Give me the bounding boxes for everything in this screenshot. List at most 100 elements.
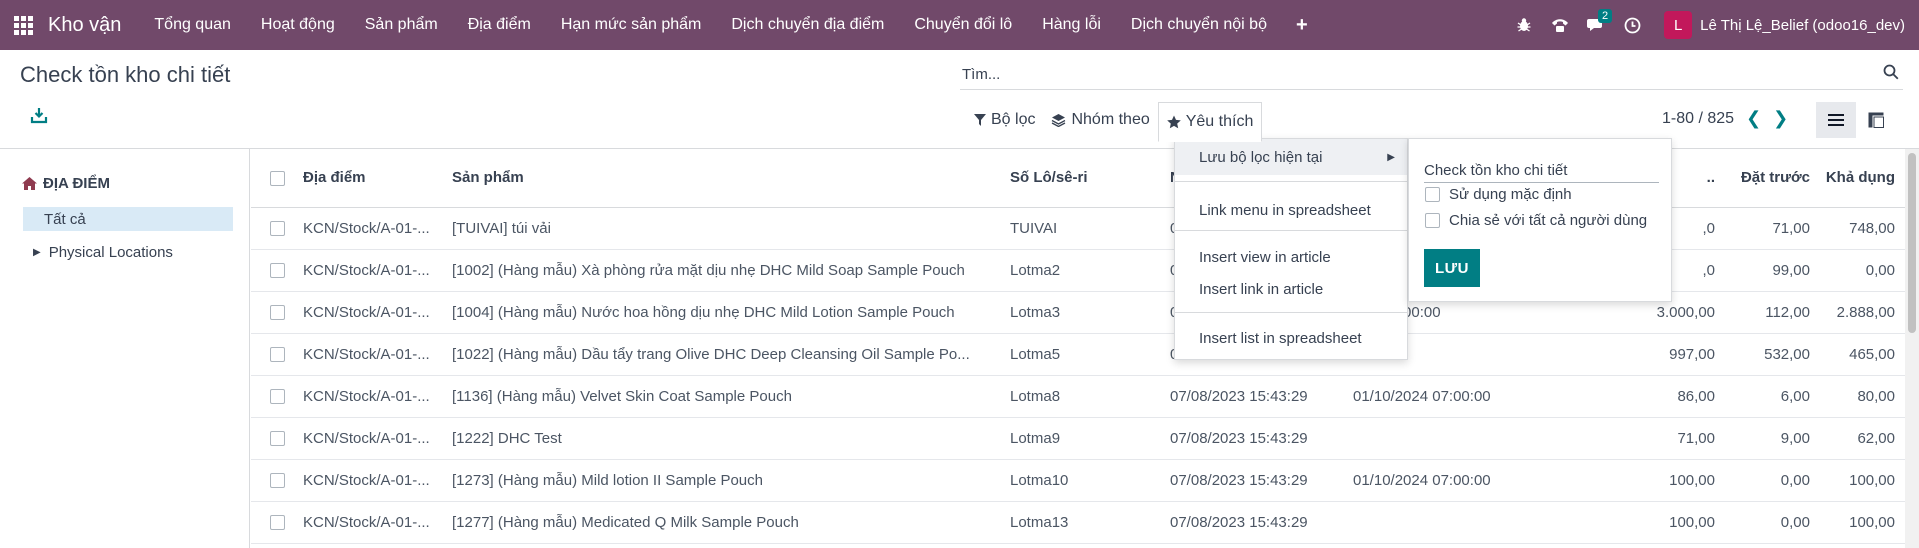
cell-location: KCN/Stock/A-01-... bbox=[303, 459, 452, 502]
menu-chuyen-doi-lo[interactable]: Chuyển đổi lô bbox=[899, 0, 1027, 50]
cell-lot: Lotma2 bbox=[1010, 249, 1170, 292]
cell-quantity: 100,00 bbox=[1633, 459, 1725, 502]
page-title: Check tồn kho chi tiết bbox=[20, 62, 231, 87]
cell-date-in: 07/08/2023 15:43:29 bbox=[1170, 459, 1353, 502]
insert-view-article-item[interactable]: Insert view in article bbox=[1199, 249, 1331, 266]
download-icon[interactable] bbox=[30, 106, 48, 124]
app-brand[interactable]: Kho vận bbox=[46, 14, 121, 37]
row-checkbox[interactable] bbox=[270, 221, 285, 237]
row-checkbox[interactable] bbox=[270, 305, 285, 321]
cell-location: KCN/Stock/A-01-... bbox=[303, 291, 452, 334]
group-by-button[interactable]: Nhóm theo bbox=[1043, 102, 1157, 138]
apps-menu-icon[interactable] bbox=[0, 0, 46, 50]
cell-quantity: 86,00 bbox=[1633, 375, 1725, 418]
cell-expiry: 01/10/2024 07:00:00 bbox=[1353, 375, 1536, 418]
save-button[interactable]: LƯU bbox=[1424, 249, 1480, 287]
cell-reserved: 0,00 bbox=[1725, 501, 1820, 544]
cell-product: [TUIVAI] túi vải bbox=[452, 207, 1010, 250]
default-filter-option[interactable]: Sử dụng mặc định bbox=[1425, 186, 1572, 203]
pager-next-icon[interactable]: ❯ bbox=[1773, 108, 1788, 129]
sidebar-header-label: ĐỊA ĐIỂM bbox=[43, 175, 110, 192]
cell-available: 2.888,00 bbox=[1820, 291, 1905, 334]
column-header-reserved[interactable]: Đặt trước bbox=[1725, 149, 1820, 208]
add-menu-icon[interactable]: + bbox=[1282, 14, 1322, 37]
favorites-button[interactable]: Yêu thích bbox=[1157, 102, 1263, 142]
table-row[interactable]: KCN/Stock/A-01-... [1136] (Hàng mẫu) Velv… bbox=[251, 375, 1905, 418]
avatar[interactable]: L bbox=[1664, 11, 1693, 39]
insert-list-spreadsheet-item[interactable]: Insert list in spreadsheet bbox=[1199, 330, 1362, 347]
dropdown-divider bbox=[1175, 230, 1407, 231]
debug-bug-icon[interactable] bbox=[1506, 0, 1542, 50]
cell-available: 100,00 bbox=[1820, 501, 1905, 544]
cell-hidden bbox=[1536, 375, 1633, 418]
favorites-label: Yêu thích bbox=[1185, 113, 1254, 130]
pivot-view-icon[interactable] bbox=[1856, 102, 1896, 138]
table-row[interactable]: KCN/Stock/A-01-... [1273] (Hàng mẫu) Mild… bbox=[251, 459, 1905, 502]
menu-hoat-dong[interactable]: Hoạt động bbox=[246, 0, 350, 50]
user-menu[interactable]: Lê Thị Lệ_Belief (odoo16_dev) bbox=[1700, 17, 1905, 34]
table-row[interactable]: KCN/Stock/A-01-... [1222] DHC Test Lotma9 0… bbox=[251, 417, 1905, 460]
row-checkbox-cell bbox=[251, 291, 303, 334]
cell-lot: TUIVAI bbox=[1010, 207, 1170, 250]
dropdown-divider bbox=[1175, 181, 1407, 182]
filter-button[interactable]: Bộ lọc bbox=[966, 102, 1043, 138]
select-all-checkbox[interactable] bbox=[270, 170, 285, 186]
chat-icon[interactable]: 2 bbox=[1578, 0, 1614, 50]
top-navbar: Kho vận Tổng quan Hoạt động Sản phẩm Địa… bbox=[0, 0, 1919, 50]
cell-quantity: 100,00 bbox=[1633, 501, 1725, 544]
row-checkbox[interactable] bbox=[270, 473, 285, 489]
view-switcher bbox=[1816, 102, 1896, 138]
vertical-scrollbar[interactable] bbox=[1905, 149, 1919, 548]
menu-san-pham[interactable]: Sản phẩm bbox=[350, 0, 453, 50]
cell-location: KCN/Stock/A-01-... bbox=[303, 501, 452, 544]
menu-dich-chuyen-dia-diem[interactable]: Dịch chuyển địa điểm bbox=[716, 0, 899, 50]
search-options-bar: Bộ lọc Nhóm theo Yêu thích bbox=[966, 102, 1263, 142]
sidebar-item-all[interactable]: Tất cả bbox=[23, 207, 233, 231]
insert-link-article-item[interactable]: Insert link in article bbox=[1199, 281, 1323, 298]
column-header-lot[interactable]: Số Lô/sê-ri bbox=[1010, 149, 1170, 208]
cell-date-in: 07/08/2023 15:43:29 bbox=[1170, 501, 1353, 544]
search-icon[interactable] bbox=[1883, 64, 1899, 84]
menu-dich-chuyen-noi-bo[interactable]: Dịch chuyển nội bộ bbox=[1116, 0, 1282, 50]
pager-previous-icon[interactable]: ❮ bbox=[1746, 108, 1761, 129]
row-checkbox[interactable] bbox=[270, 515, 285, 531]
row-checkbox[interactable] bbox=[270, 389, 285, 405]
cell-reserved: 99,00 bbox=[1725, 249, 1820, 292]
sidebar-item-label: Physical Locations bbox=[48, 244, 173, 261]
menu-han-muc-san-pham[interactable]: Hạn mức sản phẩm bbox=[546, 0, 717, 50]
column-header-product[interactable]: Sản phẩm bbox=[452, 149, 1010, 208]
cell-product: [1022] (Hàng mẫu) Dầu tẩy trang Olive DH… bbox=[452, 333, 1010, 376]
share-filter-checkbox[interactable] bbox=[1425, 213, 1440, 228]
scrollbar-thumb[interactable] bbox=[1908, 153, 1916, 333]
column-header-location[interactable]: Địa điểm bbox=[303, 149, 452, 208]
link-menu-spreadsheet-item[interactable]: Link menu in spreadsheet bbox=[1199, 202, 1371, 219]
filter-icon bbox=[974, 114, 986, 126]
menu-dia-diem[interactable]: Địa điểm bbox=[453, 0, 546, 50]
default-filter-checkbox[interactable] bbox=[1425, 187, 1440, 202]
search-bar bbox=[960, 60, 1903, 90]
cell-location: KCN/Stock/A-01-... bbox=[303, 249, 452, 292]
table-row[interactable]: KCN/Stock/A-01-... [1022] (Hàng mẫu) Dầu … bbox=[251, 333, 1905, 376]
search-input[interactable] bbox=[960, 60, 1903, 88]
save-filter-panel: Sử dụng mặc định Chia sẻ với tất cả ngườ… bbox=[1408, 138, 1672, 302]
row-checkbox[interactable] bbox=[270, 347, 285, 363]
row-checkbox[interactable] bbox=[270, 263, 285, 279]
caret-right-icon: ▶ bbox=[1387, 151, 1395, 163]
sidebar-item-physical-locations[interactable]: ▶ Physical Locations bbox=[33, 244, 173, 261]
activity-clock-icon[interactable] bbox=[1614, 0, 1650, 50]
filter-name-field[interactable] bbox=[1424, 159, 1659, 183]
save-current-filter-item[interactable]: Lưu bộ lọc hiện tại ▶ bbox=[1175, 139, 1407, 175]
menu-tong-quan[interactable]: Tổng quan bbox=[139, 0, 246, 50]
table-row[interactable]: KCN/Stock/A-01-... [1277] (Hàng mẫu) Medi… bbox=[251, 501, 1905, 544]
caret-right-icon[interactable]: ▶ bbox=[33, 247, 41, 258]
cell-available: 0,00 bbox=[1820, 249, 1905, 292]
cell-available: 62,00 bbox=[1820, 417, 1905, 460]
column-header-available[interactable]: Khả dụng bbox=[1820, 149, 1905, 208]
row-checkbox[interactable] bbox=[270, 431, 285, 447]
phone-icon[interactable] bbox=[1542, 0, 1578, 50]
pager-value[interactable]: 1-80 / 825 bbox=[1662, 110, 1734, 128]
cell-hidden bbox=[1536, 501, 1633, 544]
share-filter-option[interactable]: Chia sẻ với tất cả người dùng bbox=[1425, 212, 1647, 229]
list-view-icon[interactable] bbox=[1816, 102, 1856, 138]
menu-hang-loi[interactable]: Hàng lỗi bbox=[1027, 0, 1116, 50]
